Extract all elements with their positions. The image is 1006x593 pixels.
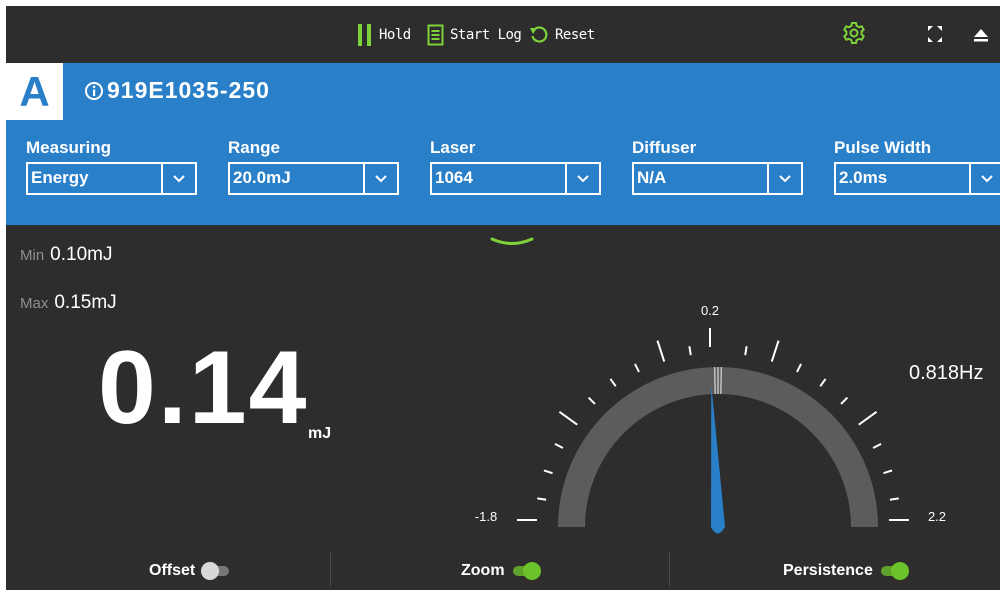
gauge-tick bbox=[770, 340, 780, 362]
gauge-max-label: 2.2 bbox=[928, 509, 946, 524]
gauge-tick bbox=[554, 443, 564, 449]
gauge-tick bbox=[688, 346, 692, 356]
gauge-tick bbox=[634, 363, 640, 373]
gauge-center-label: 0.2 bbox=[701, 303, 719, 318]
gauge-tick bbox=[872, 443, 882, 449]
gauge-tick bbox=[840, 396, 849, 405]
persistence-switch[interactable] bbox=[879, 562, 909, 580]
gauge-tick bbox=[883, 469, 893, 475]
offset-switch[interactable] bbox=[201, 562, 231, 580]
gauge-tick bbox=[587, 396, 596, 405]
zoom-label: Zoom bbox=[461, 562, 505, 579]
gauge-tick bbox=[889, 497, 899, 501]
gauge-tick bbox=[819, 378, 827, 387]
gauge-tick bbox=[558, 410, 578, 426]
offset-toggle[interactable]: Offset bbox=[149, 562, 231, 580]
gauge-tick bbox=[543, 469, 553, 475]
offset-label: Offset bbox=[149, 562, 196, 579]
gauge-needle bbox=[711, 384, 725, 534]
zoom-switch[interactable] bbox=[511, 562, 541, 580]
gauge-tick bbox=[656, 340, 666, 362]
divider bbox=[330, 552, 331, 586]
gauge-tick bbox=[858, 410, 878, 426]
gauge-tick bbox=[537, 497, 547, 501]
gauge-tick bbox=[744, 346, 748, 356]
persistence-label: Persistence bbox=[783, 562, 873, 579]
power-meter-app: Hold Start Log Reset A 919E1035-250 Meas… bbox=[6, 6, 1000, 590]
bottom-bar: Offset Zoom Persistence bbox=[6, 552, 1000, 590]
persistence-mark bbox=[720, 367, 723, 395]
divider bbox=[669, 552, 670, 586]
gauge-tick bbox=[609, 378, 617, 387]
analog-gauge: -1.8 2.2 0.2 bbox=[475, 303, 946, 534]
gauge-min-label: -1.8 bbox=[475, 509, 497, 524]
persistence-toggle[interactable]: Persistence bbox=[783, 562, 909, 580]
gauge-tick bbox=[796, 363, 802, 373]
zoom-toggle[interactable]: Zoom bbox=[461, 562, 541, 580]
persistence-mark bbox=[713, 367, 716, 395]
